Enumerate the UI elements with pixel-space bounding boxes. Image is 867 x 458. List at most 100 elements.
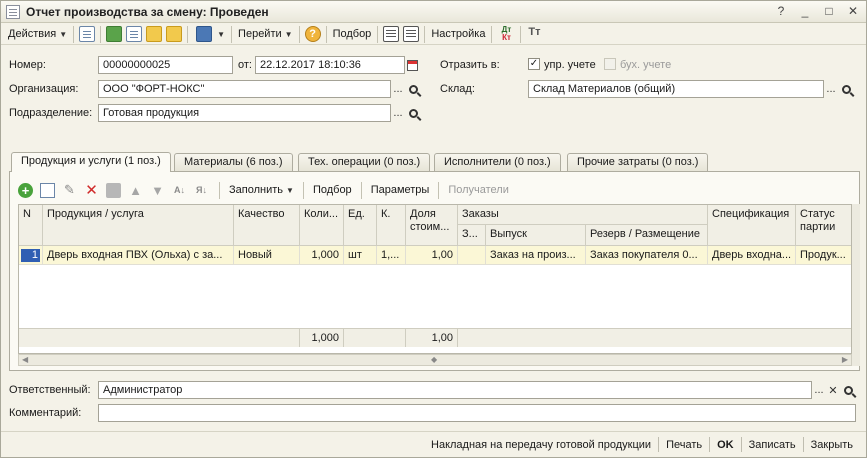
selection-button[interactable]: Подбор [330,25,375,44]
caret-down-icon: ▼ [286,186,294,195]
warehouse-open-button[interactable] [838,81,854,97]
toolbar-separator [325,25,327,43]
unpost-document-icon[interactable] [166,26,183,42]
scroll-left-icon[interactable]: ◀ [22,355,28,365]
close-icon[interactable]: ✕ [846,4,860,18]
toolbar-separator [298,25,300,43]
comment-field[interactable] [98,404,856,422]
column-header-quantity[interactable]: Коли... [300,205,344,246]
list-settings-icon[interactable] [403,26,420,42]
goto-menu-button[interactable]: Перейти ▼ [235,25,296,44]
organization-select-button[interactable]: ... [390,81,406,97]
table-footer-empty [19,328,300,347]
refresh-icon[interactable] [106,26,123,42]
table-cell-orders-z[interactable] [458,246,486,265]
table-cell-batch-status[interactable]: Продук... [796,246,851,265]
table-cell-product[interactable]: Дверь входная ПВХ (Ольха) с за... [43,246,234,265]
text-format-icon[interactable]: Tт [526,26,542,42]
calendar-button[interactable] [404,57,420,73]
window-title: Отчет производства за смену: Проведен [26,4,269,19]
search-icon [408,108,418,118]
responsible-field[interactable]: Администратор [98,381,812,399]
invoice-transfer-button[interactable]: Накладная на передачу готовой продукции [424,439,658,451]
column-header-orders-z[interactable]: З... [458,225,486,246]
actions-menu-button[interactable]: Действия ▼ [5,25,70,44]
copy-row-icon[interactable] [40,182,55,198]
minimize-icon[interactable]: _ [798,4,812,18]
column-header-k[interactable]: К. [377,205,406,246]
management-accounting-checkbox[interactable]: ✓ [528,58,540,70]
dt-kt-postings-icon[interactable]: Дт Кт [497,26,515,42]
horizontal-scrollbar[interactable]: ◀ ◆ ▶ [18,354,852,366]
post-document-icon[interactable] [146,26,163,42]
responsible-clear-button[interactable]: ✕ [825,382,841,398]
toolbar-separator [219,181,220,199]
maximize-icon[interactable]: □ [822,4,836,18]
warehouse-field[interactable]: Склад Материалов (общий) [528,80,824,98]
column-header-product[interactable]: Продукция / услуга [43,205,234,246]
column-header-cost-share[interactable]: Доля стоим... [406,205,458,246]
column-header-specification[interactable]: Спецификация [708,205,796,246]
print-button[interactable]: Печать [659,439,709,451]
delete-row-icon[interactable]: ✕ [84,182,99,199]
end-edit-icon[interactable] [106,182,121,198]
move-down-icon[interactable]: ▼ [150,183,165,198]
settings-button[interactable]: Настройка [428,25,488,44]
table-cell-cost-share[interactable]: 1,00 [406,246,458,265]
column-header-release[interactable]: Выпуск [486,225,586,246]
help-icon[interactable]: ? [774,4,788,18]
structure-icon[interactable] [383,26,400,42]
table-row-number[interactable]: 1 [19,246,43,265]
column-header-orders[interactable]: Заказы [458,205,708,225]
fill-menu-button[interactable]: Заполнить ▼ [229,184,294,196]
table-cell-quality[interactable]: Новый [234,246,300,265]
copy-document-icon[interactable] [126,26,143,42]
column-header-quality[interactable]: Качество [234,205,300,246]
organization-open-button[interactable] [405,81,421,97]
tab-tech-operations[interactable]: Тех. операции (0 поз.) [298,153,431,171]
department-open-button[interactable] [405,105,421,121]
table-cell-release[interactable]: Заказ на произ... [486,246,586,265]
ok-button[interactable]: OK [710,439,741,451]
table-cell-specification[interactable]: Дверь входна... [708,246,796,265]
accounting-checkbox[interactable] [604,58,616,70]
tab-materials[interactable]: Материалы (6 поз.) [174,153,293,171]
edit-row-icon[interactable]: ✎ [62,182,77,198]
date-field[interactable]: 22.12.2017 18:10:36 [255,56,405,74]
tab-products-services[interactable]: Продукция и услуги (1 поз.) [11,152,171,172]
vertical-scrollbar[interactable] [852,204,860,366]
move-up-icon[interactable]: ▲ [128,183,143,198]
column-header-n[interactable]: N [19,205,43,246]
column-header-unit[interactable]: Ед. [344,205,377,246]
tab-other-costs[interactable]: Прочие затраты (0 поз.) [567,153,709,171]
sort-ascending-icon[interactable]: А↓ [172,183,187,198]
department-field[interactable]: Готовая продукция [98,104,391,122]
calendar-icon [406,59,418,71]
parameters-button[interactable]: Параметры [371,184,430,196]
scroll-thumb-icon[interactable]: ◆ [431,355,437,365]
pick-button[interactable]: Подбор [313,184,352,196]
recipients-button[interactable]: Получатели [448,184,509,196]
column-header-reserve[interactable]: Резерв / Размещение [586,225,708,246]
responsible-open-button[interactable] [840,382,856,398]
add-row-icon[interactable]: + [18,182,33,198]
table-cell-unit[interactable]: шт [344,246,377,265]
department-select-button[interactable]: ... [390,105,406,121]
organization-field[interactable]: ООО "ФОРТ-НОКС" [98,80,391,98]
close-button[interactable]: Закрыть [804,439,860,451]
sort-descending-icon[interactable]: Я↓ [194,183,209,198]
table-cell-quantity[interactable]: 1,000 [300,246,344,265]
toolbar-separator [424,25,426,43]
number-field[interactable]: 00000000025 [98,56,233,74]
warehouse-select-button[interactable]: ... [823,81,839,97]
scroll-right-icon[interactable]: ▶ [842,355,848,365]
table-cell-reserve[interactable]: Заказ покупателя 0... [586,246,708,265]
post-and-close-icon[interactable] [79,26,96,42]
tab-performers[interactable]: Исполнители (0 поз.) [434,153,561,171]
caret-down-icon: ▼ [284,29,293,39]
save-button[interactable]: Записать [742,439,803,451]
column-header-batch-status[interactable]: Статус партии [796,205,851,246]
help-icon[interactable]: ? [304,26,321,42]
create-based-on-button[interactable]: ▼ [191,25,228,44]
table-cell-k[interactable]: 1,... [377,246,406,265]
